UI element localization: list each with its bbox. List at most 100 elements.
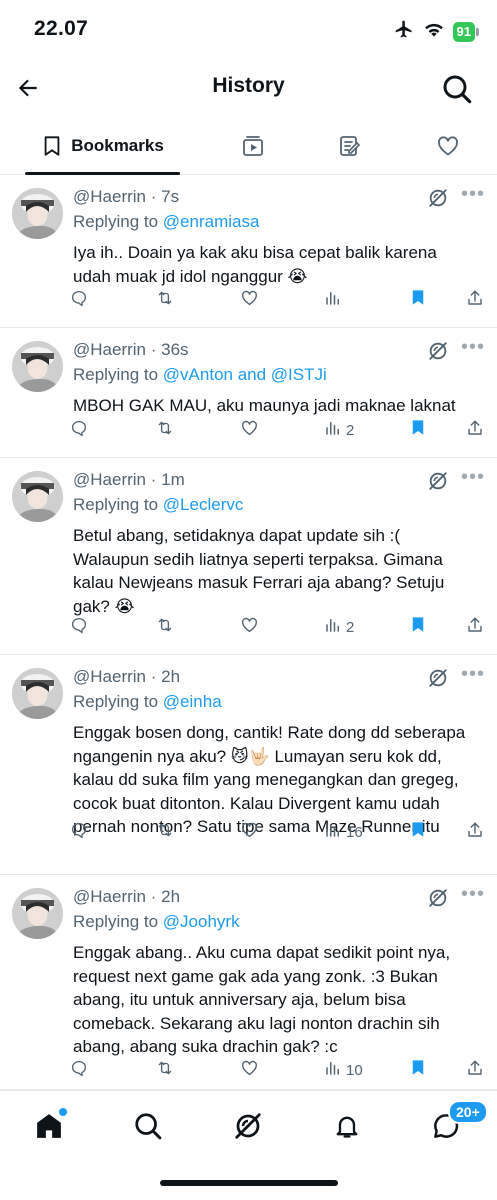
tweet-text: MBOH GAK MAU, aku maunya jadi maknae lak… xyxy=(73,396,456,415)
tweet-username[interactable]: @Haerrin xyxy=(73,187,146,206)
retweet-button[interactable] xyxy=(155,615,175,639)
grok-icon[interactable] xyxy=(427,470,449,497)
heart-icon xyxy=(240,616,259,639)
nav-grok[interactable] xyxy=(228,1106,268,1146)
tweet-header: @Haerrin · 1m xyxy=(73,470,185,490)
tweet-card[interactable]: @Haerrin · 2h ••• Replying to @einha Eng… xyxy=(0,655,497,875)
retweet-button[interactable] xyxy=(155,418,175,442)
more-options-icon[interactable]: ••• xyxy=(461,663,485,686)
bookmark-button[interactable] xyxy=(409,615,427,639)
tweet-header: @Haerrin · 2h xyxy=(73,887,180,907)
heart-icon xyxy=(240,821,259,844)
more-options-icon[interactable]: ••• xyxy=(461,883,485,906)
tweet-card[interactable]: @Haerrin · 2h ••• Replying to @Joohyrk E… xyxy=(0,875,497,1090)
avatar[interactable] xyxy=(12,888,63,939)
history-tabs: Bookmarks xyxy=(0,118,497,175)
retweet-icon xyxy=(155,616,175,639)
share-icon xyxy=(466,616,484,639)
replying-to-label: Replying to xyxy=(73,365,159,384)
views-icon xyxy=(324,289,342,312)
reply-button[interactable] xyxy=(70,418,88,442)
replying-to-label: Replying to xyxy=(73,692,159,711)
replying-to-handle[interactable]: @enramiasa xyxy=(163,212,260,231)
replying-to-label: Replying to xyxy=(73,212,159,231)
replying-to-handle[interactable]: @Joohyrk xyxy=(163,912,240,931)
views-button[interactable]: 2 xyxy=(324,418,354,442)
share-button[interactable] xyxy=(466,288,484,312)
tweet-header: @Haerrin · 36s xyxy=(73,340,189,360)
tweet-card[interactable]: @Haerrin · 36s ••• Replying to @vAnton a… xyxy=(0,328,497,458)
reply-button[interactable] xyxy=(70,820,88,844)
reply-button[interactable] xyxy=(70,1058,88,1082)
retweet-button[interactable] xyxy=(155,820,175,844)
retweet-button[interactable] xyxy=(155,288,175,312)
tweet-card[interactable]: @Haerrin · 7s ••• Replying to @enramiasa… xyxy=(0,175,497,328)
nav-search[interactable] xyxy=(128,1106,168,1146)
reply-icon xyxy=(70,616,88,639)
share-button[interactable] xyxy=(466,615,484,639)
share-button[interactable] xyxy=(466,820,484,844)
views-count: 16 xyxy=(346,823,363,841)
replying-to: Replying to @Leclervc xyxy=(73,495,243,515)
replying-to-handle[interactable]: @Leclervc xyxy=(163,495,244,514)
views-button[interactable]: 2 xyxy=(324,615,354,639)
views-count: 2 xyxy=(346,618,355,636)
tweet-text: Iya ih.. Doain ya kak aku bisa cepat bal… xyxy=(73,243,437,286)
search-button[interactable] xyxy=(439,71,475,107)
tweet-username[interactable]: @Haerrin xyxy=(73,887,146,906)
views-button[interactable]: 10 xyxy=(324,1058,363,1082)
tweet-username[interactable]: @Haerrin xyxy=(73,340,146,359)
tweet-username[interactable]: @Haerrin xyxy=(73,470,146,489)
avatar[interactable] xyxy=(12,471,63,522)
bookmark-icon xyxy=(44,136,60,156)
views-button[interactable]: 16 xyxy=(324,820,363,844)
grok-icon[interactable] xyxy=(427,340,449,367)
replying-to-handle[interactable]: @vAnton and @ISTJi xyxy=(163,365,327,384)
like-button[interactable] xyxy=(240,288,259,312)
avatar[interactable] xyxy=(12,341,63,392)
video-icon xyxy=(243,136,263,156)
tab-videos[interactable] xyxy=(233,118,273,174)
like-button[interactable] xyxy=(240,820,259,844)
tab-likes[interactable] xyxy=(428,118,468,174)
reply-button[interactable] xyxy=(70,615,88,639)
replying-to-handle[interactable]: @einha xyxy=(163,692,222,711)
reply-button[interactable] xyxy=(70,288,88,312)
share-button[interactable] xyxy=(466,1058,484,1082)
like-button[interactable] xyxy=(240,418,259,442)
nav-home[interactable] xyxy=(29,1106,69,1146)
views-button[interactable] xyxy=(324,288,346,312)
like-button[interactable] xyxy=(240,1058,259,1082)
tab-articles[interactable] xyxy=(330,118,370,174)
tweet-timestamp: 2h xyxy=(161,887,181,906)
retweet-button[interactable] xyxy=(155,1058,175,1082)
bookmark-button[interactable] xyxy=(409,418,427,442)
grok-icon[interactable] xyxy=(427,887,449,914)
reply-icon xyxy=(70,821,88,844)
retweet-icon xyxy=(155,1059,175,1082)
status-bar: 22.07 91 xyxy=(0,0,497,60)
home-icon xyxy=(37,1114,61,1138)
more-options-icon[interactable]: ••• xyxy=(461,466,485,489)
tweet-card[interactable]: @Haerrin · 1m ••• Replying to @Leclervc … xyxy=(0,458,497,655)
tab-bookmarks[interactable]: Bookmarks xyxy=(25,118,180,174)
more-options-icon[interactable]: ••• xyxy=(461,183,485,206)
grok-icon[interactable] xyxy=(427,667,449,694)
tweet-actions: 2 xyxy=(70,418,485,442)
share-button[interactable] xyxy=(466,418,484,442)
bookmark-button[interactable] xyxy=(409,820,427,844)
avatar[interactable] xyxy=(12,668,63,719)
tweet-timestamp: 1m xyxy=(161,470,185,489)
avatar[interactable] xyxy=(12,188,63,239)
like-button[interactable] xyxy=(240,615,259,639)
bookmark-filled-icon xyxy=(409,418,427,442)
bookmark-button[interactable] xyxy=(409,288,427,312)
nav-notifications[interactable] xyxy=(327,1106,367,1146)
tweet-username[interactable]: @Haerrin xyxy=(73,667,146,686)
tweet-header: @Haerrin · 2h xyxy=(73,667,180,687)
nav-messages[interactable]: 20+ xyxy=(426,1100,488,1146)
bookmark-button[interactable] xyxy=(409,1058,427,1082)
grok-icon[interactable] xyxy=(427,187,449,214)
tweet-separator: · xyxy=(150,470,162,489)
more-options-icon[interactable]: ••• xyxy=(461,336,485,359)
